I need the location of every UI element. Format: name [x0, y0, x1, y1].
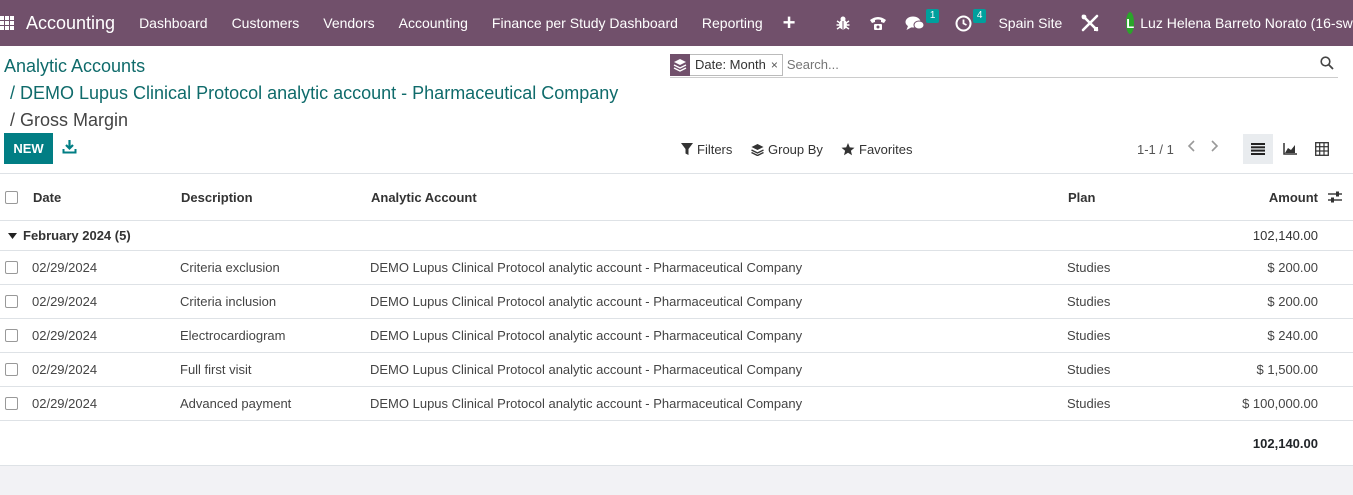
filters-dropdown[interactable]: Filters [681, 142, 732, 157]
search-icon[interactable] [1320, 56, 1334, 75]
column-analytic-account[interactable]: Analytic Account [371, 174, 477, 220]
footer-total: 102,140.00 [1252, 435, 1318, 451]
row-plan: Studies [1067, 328, 1111, 343]
row-description: Criteria exclusion [180, 260, 280, 275]
column-plan[interactable]: Plan [1068, 174, 1095, 220]
messages-icon[interactable]: 1 [905, 9, 940, 31]
column-description[interactable]: Description [181, 174, 253, 220]
pager-previous-icon[interactable] [1187, 139, 1197, 158]
row-plan: Studies [1067, 294, 1111, 309]
messages-badge: 1 [925, 9, 940, 23]
analytic-lines-table: Date Description Analytic Account Plan A… [0, 173, 1353, 466]
bug-icon[interactable] [835, 15, 851, 31]
group-by-dropdown[interactable]: Group By [751, 142, 823, 157]
breadcrumb-analytic-account[interactable]: / DEMO Lupus Clinical Protocol analytic … [10, 83, 618, 104]
table-row[interactable]: 02/29/2024 Advanced payment DEMO Lupus C… [0, 387, 1353, 421]
row-date: 02/29/2024 [32, 396, 98, 411]
row-date: 02/29/2024 [32, 294, 98, 309]
row-analytic-account: DEMO Lupus Clinical Protocol analytic ac… [370, 328, 803, 343]
control-panel: Analytic Accounts / DEMO Lupus Clinical … [0, 46, 1353, 173]
row-amount: $ 200.00 [1267, 294, 1318, 309]
activities-badge: 4 [972, 8, 987, 23]
top-navbar: Accounting Dashboard Customers Vendors A… [0, 0, 1353, 46]
debug-tools-icon[interactable] [1080, 13, 1100, 33]
group-label: February 2024 (5) [23, 228, 131, 243]
group-by-label: Group By [768, 142, 823, 157]
star-icon [841, 143, 855, 156]
row-description: Criteria inclusion [180, 294, 277, 309]
layers-icon [751, 144, 764, 156]
row-description: Full first visit [180, 362, 252, 377]
menu-accounting[interactable]: Accounting [399, 15, 468, 31]
row-checkbox[interactable] [5, 295, 18, 308]
search-input[interactable] [786, 57, 1307, 72]
site-switcher[interactable]: Spain Site [998, 15, 1062, 31]
table-row[interactable]: 02/29/2024 Criteria inclusion DEMO Lupus… [0, 285, 1353, 319]
row-date: 02/29/2024 [32, 328, 98, 343]
search-facet-date: Date: Month × [670, 53, 783, 76]
breadcrumb-analytic-accounts[interactable]: Analytic Accounts [4, 56, 145, 77]
menu-add-icon[interactable]: + [783, 12, 796, 34]
app-brand[interactable]: Accounting [26, 13, 115, 34]
phone-icon[interactable] [869, 15, 887, 31]
app-menu-icon[interactable] [0, 16, 14, 30]
filters-label: Filters [697, 142, 733, 157]
table-row[interactable]: 02/29/2024 Full first visit DEMO Lupus C… [0, 353, 1353, 387]
row-plan: Studies [1067, 362, 1111, 377]
table-row[interactable]: 02/29/2024 Criteria exclusion DEMO Lupus… [0, 251, 1353, 285]
pivot-view-icon[interactable] [1307, 134, 1337, 164]
menu-vendors[interactable]: Vendors [323, 15, 374, 31]
optional-columns-icon[interactable] [1328, 174, 1342, 220]
row-description: Electrocardiogram [180, 328, 286, 343]
menu-reporting[interactable]: Reporting [702, 15, 763, 31]
table-footer: 102,140.00 [0, 421, 1353, 466]
layers-icon [670, 53, 690, 76]
column-amount[interactable]: Amount [1200, 174, 1318, 220]
menu-customers[interactable]: Customers [232, 15, 300, 31]
row-description: Advanced payment [180, 396, 292, 411]
menu-dashboard[interactable]: Dashboard [139, 15, 208, 31]
row-checkbox[interactable] [5, 363, 18, 376]
row-date: 02/29/2024 [32, 362, 98, 377]
row-amount: $ 240.00 [1267, 328, 1318, 343]
row-amount: $ 100,000.00 [1242, 396, 1318, 411]
select-all-checkbox[interactable] [5, 190, 18, 204]
pager-next-icon[interactable] [1209, 139, 1219, 158]
row-amount: $ 200.00 [1267, 260, 1318, 275]
group-total: 102,140.00 [1252, 228, 1318, 243]
row-analytic-account: DEMO Lupus Clinical Protocol analytic ac… [370, 260, 803, 275]
pager-value[interactable]: 1-1 / 1 [1137, 142, 1174, 157]
table-row[interactable]: 02/29/2024 Electrocardiogram DEMO Lupus … [0, 319, 1353, 353]
user-menu[interactable]: Luz Helena Barreto Norato (16-sweet-b... [1140, 15, 1353, 31]
group-row-february-2024[interactable]: February 2024 (5) 102,140.00 [0, 221, 1353, 251]
favorites-label: Favorites [859, 142, 913, 157]
download-icon[interactable] [62, 139, 77, 159]
row-plan: Studies [1067, 396, 1111, 411]
row-analytic-account: DEMO Lupus Clinical Protocol analytic ac… [370, 294, 803, 309]
row-analytic-account: DEMO Lupus Clinical Protocol analytic ac… [370, 362, 803, 377]
column-date[interactable]: Date [33, 174, 61, 220]
search-bar: Date: Month × [670, 52, 1338, 78]
row-analytic-account: DEMO Lupus Clinical Protocol analytic ac… [370, 396, 803, 411]
row-checkbox[interactable] [5, 261, 18, 274]
filter-icon [681, 143, 693, 155]
caret-down-icon [8, 221, 17, 250]
activities-clock-icon[interactable]: 4 [955, 8, 987, 32]
list-view-icon[interactable] [1243, 134, 1273, 164]
row-checkbox[interactable] [5, 397, 18, 410]
search-facet-label: Date: Month [695, 57, 766, 72]
row-plan: Studies [1067, 260, 1111, 275]
row-date: 02/29/2024 [32, 260, 98, 275]
graph-view-icon[interactable] [1275, 134, 1305, 164]
favorites-dropdown[interactable]: Favorites [841, 142, 912, 157]
breadcrumb-gross-margin: / Gross Margin [10, 110, 129, 130]
new-button[interactable]: NEW [4, 133, 53, 164]
table-header: Date Description Analytic Account Plan A… [0, 173, 1353, 221]
facet-remove-icon[interactable]: × [771, 58, 782, 72]
menu-finance-per-study-dashboard[interactable]: Finance per Study Dashboard [492, 15, 678, 31]
row-amount: $ 1,500.00 [1256, 362, 1318, 377]
row-checkbox[interactable] [5, 329, 18, 342]
avatar[interactable]: L [1126, 12, 1135, 34]
